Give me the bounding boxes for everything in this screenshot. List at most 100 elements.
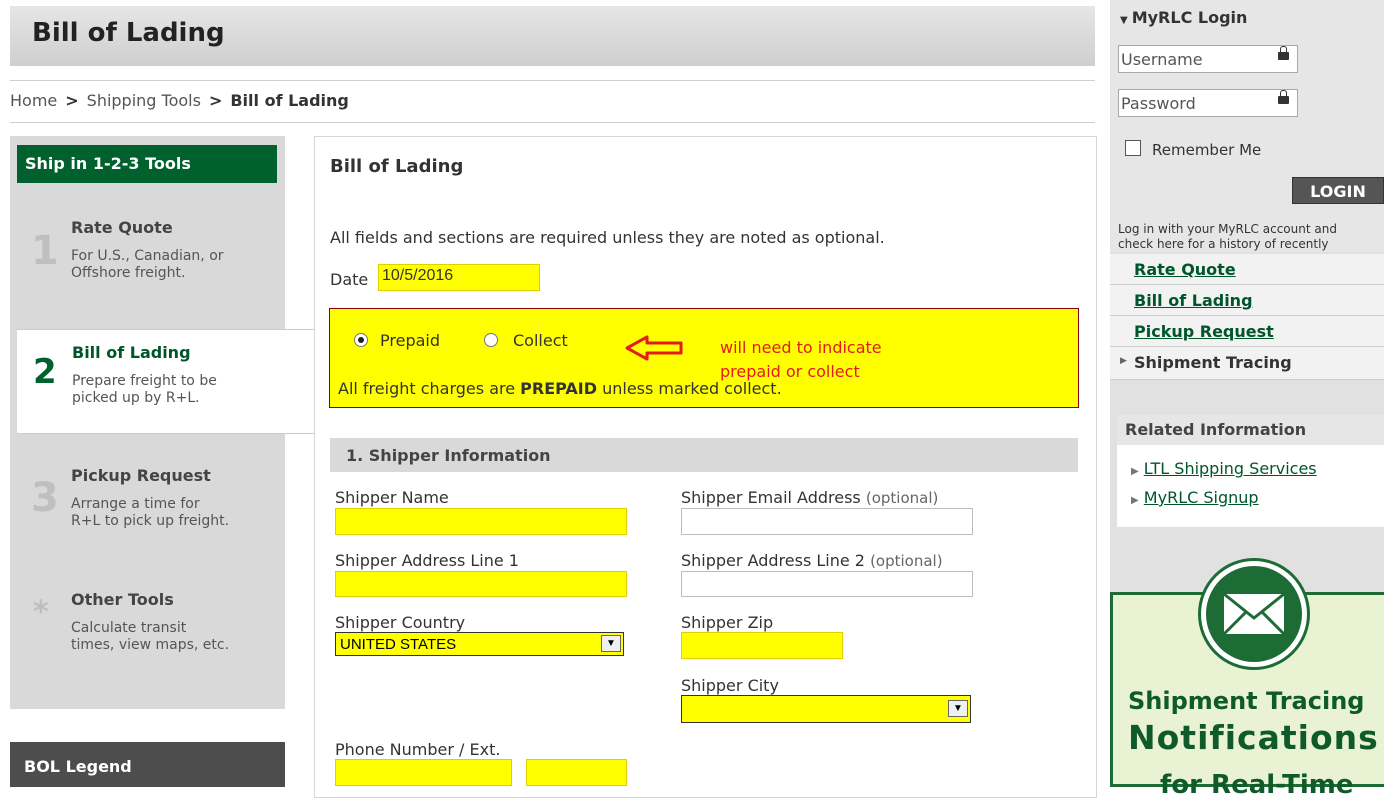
date-label: Date: [330, 270, 369, 289]
step-desc-line: times, view maps, etc.: [71, 637, 230, 653]
step-title: Other Tools: [71, 590, 174, 609]
login-note: Log in with your MyRLC account and check…: [1118, 222, 1384, 252]
address-line1-input[interactable]: [335, 571, 627, 597]
login-box: [1110, 0, 1384, 252]
collect-radio[interactable]: [484, 333, 498, 347]
nav-step-pickup-request[interactable]: 3 Pickup Request Arrange a time for R+L …: [17, 445, 277, 555]
optional-tag: (optional): [865, 489, 939, 507]
bol-legend-header: BOL Legend: [10, 742, 285, 787]
nav-step-rate-quote[interactable]: 1 Rate Quote For U.S., Canadian, or Offs…: [17, 190, 277, 325]
form-title: Bill of Lading: [330, 156, 464, 177]
remember-me-label[interactable]: Remember Me: [1152, 141, 1261, 159]
shipper-name-label: Shipper Name: [335, 488, 449, 507]
promo-tagline: for Real-Time: [1160, 770, 1354, 800]
page-title: Bill of Lading: [32, 18, 225, 48]
step-desc-line: Offshore freight.: [71, 265, 186, 281]
zip-input[interactable]: [681, 632, 843, 659]
step-number: 2: [33, 352, 57, 392]
related-link[interactable]: MyRLC Signup: [1144, 488, 1259, 507]
envelope-icon: [1222, 592, 1286, 636]
city-select[interactable]: ▼: [681, 695, 971, 723]
shipper-email-text: Shipper Email Address: [681, 488, 861, 507]
payment-note: All freight charges are PREPAID unless m…: [338, 379, 782, 398]
sidebar-link-pickup-request[interactable]: Pickup Request: [1110, 316, 1384, 347]
sidebar-link-rate-quote[interactable]: Rate Quote: [1110, 254, 1384, 285]
address-line2-input[interactable]: [681, 571, 973, 597]
login-note-line: Log in with your MyRLC account and: [1118, 222, 1337, 236]
sidebar-link-shipment-tracing[interactable]: ▶ Shipment Tracing: [1110, 347, 1384, 380]
step-title: Bill of Lading: [72, 343, 191, 362]
prepaid-radio[interactable]: [354, 333, 368, 347]
shipper-email-label: Shipper Email Address (optional): [681, 488, 938, 507]
chevron-down-icon[interactable]: ▼: [601, 635, 621, 652]
related-link[interactable]: LTL Shipping Services: [1144, 459, 1317, 478]
login-header-text: MyRLC Login: [1131, 8, 1248, 27]
triangle-down-icon: ▼: [1120, 15, 1128, 26]
city-label: Shipper City: [681, 676, 779, 695]
breadcrumb-home[interactable]: Home: [10, 91, 57, 110]
asterisk-icon: *: [33, 595, 49, 630]
country-value: UNITED STATES: [340, 636, 457, 653]
list-item[interactable]: ▶ LTL Shipping Services: [1131, 459, 1317, 478]
annotation-line: will need to indicate: [720, 338, 882, 357]
breadcrumb-separator: >: [208, 91, 223, 110]
ship-tools-header: Ship in 1-2-3 Tools: [17, 145, 277, 183]
promo-subtitle: Notifications: [1128, 718, 1379, 757]
payment-note-prefix: All freight charges are: [338, 379, 521, 398]
address-line2-label: Shipper Address Line 2 (optional): [681, 551, 943, 570]
collect-label[interactable]: Collect: [513, 331, 568, 350]
username-placeholder: Username: [1121, 50, 1203, 69]
password-input[interactable]: Password: [1118, 89, 1298, 117]
lock-icon: [1278, 46, 1289, 60]
phone-label: Phone Number / Ext.: [335, 740, 501, 759]
nav-step-other-tools[interactable]: * Other Tools Calculate transit times, v…: [17, 575, 277, 685]
step-desc: For U.S., Canadian, or Offshore freight.: [71, 248, 224, 282]
shipper-email-input[interactable]: [681, 508, 973, 535]
chevron-down-icon[interactable]: ▼: [948, 700, 968, 717]
envelope-icon-circle: [1206, 566, 1302, 662]
address-line1-label: Shipper Address Line 1: [335, 551, 519, 570]
step-desc: Arrange a time for R+L to pick up freigh…: [71, 496, 229, 530]
breadcrumb-shipping-tools[interactable]: Shipping Tools: [87, 91, 201, 110]
step-title: Rate Quote: [71, 218, 173, 237]
lock-icon: [1278, 90, 1289, 104]
promo-title: Shipment Tracing: [1128, 687, 1365, 715]
step-desc-line: For U.S., Canadian, or: [71, 248, 224, 264]
list-item[interactable]: ▶ MyRLC Signup: [1131, 488, 1259, 507]
step-number: 3: [31, 475, 59, 521]
triangle-right-icon: ▶: [1120, 356, 1127, 366]
login-button[interactable]: LOGIN: [1292, 177, 1384, 204]
related-info-header: Related Information: [1117, 415, 1384, 445]
zip-label: Shipper Zip: [681, 613, 774, 632]
remember-me-checkbox[interactable]: [1125, 140, 1141, 156]
bullet-icon: ▶: [1131, 495, 1139, 506]
shipper-name-input[interactable]: [335, 508, 627, 535]
date-input[interactable]: 10/5/2016: [378, 264, 540, 291]
step-desc: Calculate transit times, view maps, etc.: [71, 620, 229, 654]
breadcrumb-current: Bill of Lading: [230, 91, 349, 110]
nav-step-bill-of-lading[interactable]: 2 Bill of Lading Prepare freight to be p…: [17, 329, 317, 434]
sidebar-link-label: Pickup Request: [1134, 322, 1274, 341]
country-label: Shipper Country: [335, 613, 466, 632]
annotation-note: will need to indicate prepaid or collect: [720, 336, 882, 384]
sidebar-link-bill-of-lading[interactable]: Bill of Lading: [1110, 285, 1384, 316]
username-input[interactable]: Username: [1118, 45, 1298, 73]
sidebar-link-label: Shipment Tracing: [1134, 353, 1292, 372]
section-shipper-title: 1. Shipper Information: [346, 446, 551, 465]
payment-note-bold: PREPAID: [520, 379, 598, 398]
step-desc-line: Prepare freight to be: [72, 373, 217, 389]
phone-input[interactable]: [335, 759, 512, 786]
step-desc-line: picked up by R+L.: [72, 390, 200, 406]
phone-ext-input[interactable]: [526, 759, 627, 786]
step-desc-line: Calculate transit: [71, 620, 187, 636]
sidebar-link-label: Bill of Lading: [1134, 291, 1253, 310]
optional-tag: (optional): [870, 552, 943, 570]
payment-note-suffix: unless marked collect.: [597, 379, 782, 398]
login-header: ▼ MyRLC Login: [1120, 8, 1247, 27]
divider: [10, 122, 1095, 123]
country-select[interactable]: UNITED STATES ▼: [335, 632, 624, 656]
breadcrumb: Home > Shipping Tools > Bill of Lading: [10, 91, 349, 110]
required-note: All fields and sections are required unl…: [330, 228, 885, 247]
step-desc-line: R+L to pick up freight.: [71, 513, 230, 529]
prepaid-label[interactable]: Prepaid: [380, 331, 440, 350]
